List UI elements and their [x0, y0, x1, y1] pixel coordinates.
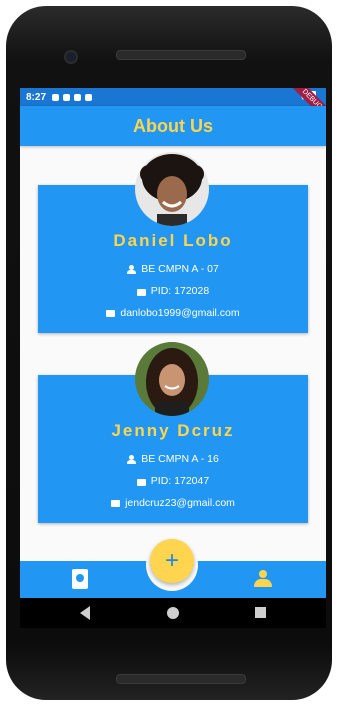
person-icon — [127, 264, 137, 274]
system-nav-bar — [20, 598, 326, 628]
app-screen: 8:27 DEBUG About Us Daniel Lobo BE CMPN … — [20, 88, 326, 598]
status-icons — [52, 93, 93, 101]
settings-icon — [52, 93, 60, 101]
app-bar: About Us — [20, 106, 326, 146]
member-email-row: danlobo1999@gmail.com — [38, 307, 308, 319]
page-title: About Us — [133, 115, 213, 136]
member-pid-row: PID: 172028 — [38, 285, 308, 297]
member-class: BE CMPN A - 16 — [141, 453, 219, 465]
back-icon[interactable] — [80, 606, 90, 620]
email-icon — [111, 499, 121, 507]
member-email-row: jendcruz23@gmail.com — [38, 497, 308, 509]
contacts-icon[interactable] — [72, 569, 88, 589]
status-bar: 8:27 DEBUG — [20, 88, 326, 127]
sd-card-icon — [85, 93, 93, 101]
home-icon[interactable] — [167, 607, 179, 619]
member-class-row: BE CMPN A - 16 — [38, 453, 308, 465]
briefcase-icon — [136, 288, 146, 296]
member-class-row: BE CMPN A - 07 — [38, 263, 308, 275]
person-icon — [127, 454, 137, 464]
member-pid-row: PID: 172047 — [38, 475, 308, 487]
avatar — [135, 342, 209, 416]
email-icon — [106, 309, 116, 317]
member-name: Jenny Dcruz — [111, 421, 235, 440]
add-button[interactable]: + — [150, 539, 194, 583]
avatar — [135, 152, 209, 226]
member-email: danlobo1999@gmail.com — [120, 307, 240, 319]
member-pid: PID: 172028 — [150, 285, 210, 297]
earpiece-speaker — [116, 50, 246, 60]
person-icon[interactable] — [254, 570, 272, 588]
sync-icon — [74, 93, 82, 101]
member-email: jendcruz23@gmail.com — [125, 497, 235, 509]
member-pid: PID: 172047 — [150, 475, 210, 487]
member-class: BE CMPN A - 07 — [141, 263, 219, 275]
member-name: Daniel Lobo — [113, 231, 233, 250]
bottom-speaker — [116, 674, 246, 684]
front-camera — [64, 50, 78, 64]
shield-icon — [63, 93, 71, 101]
recents-icon[interactable] — [255, 607, 266, 618]
status-time: 8:27 — [26, 91, 47, 103]
briefcase-icon — [136, 478, 146, 486]
